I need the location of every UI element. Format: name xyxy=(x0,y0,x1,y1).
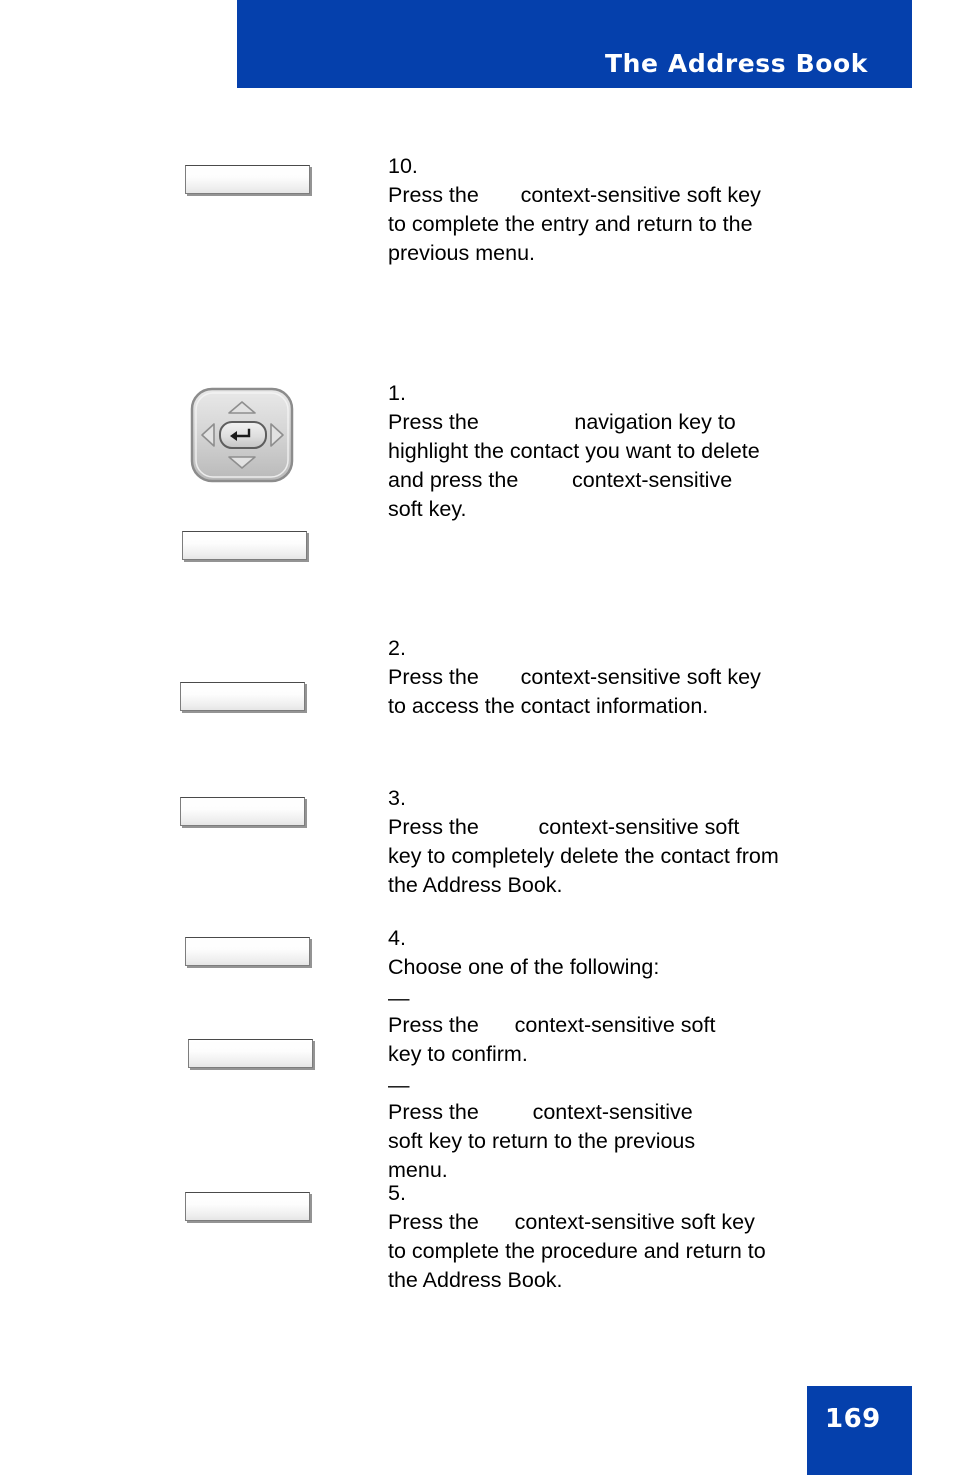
step-text-line: to access the contact information. xyxy=(388,694,709,718)
softkey-graphic-step-3[interactable] xyxy=(180,797,305,826)
instruction-step-3: 3. Press the context-sensitive soft key … xyxy=(388,784,779,900)
step-number: 4. xyxy=(388,926,406,950)
step-text: Press the context-sensitive soft key to … xyxy=(388,181,761,268)
sub-step-text: Press the context-sensitive soft key to … xyxy=(388,1098,808,1185)
step-text-line: previous menu. xyxy=(388,241,535,265)
navigation-key-graphic[interactable] xyxy=(189,386,297,486)
enter-key-icon xyxy=(219,421,267,449)
softkey-label xyxy=(183,532,306,559)
softkey-label xyxy=(181,683,304,710)
step-number: 1. xyxy=(388,381,406,405)
softkey-graphic-step-4-back[interactable] xyxy=(188,1039,313,1068)
sub-step-text-line: soft key to return to the previous xyxy=(388,1129,696,1153)
step-text-line: to complete the procedure and return to xyxy=(388,1239,766,1263)
step-text: Press the navigation key to highlight th… xyxy=(388,408,760,524)
softkey-label xyxy=(186,166,309,193)
sub-step-dash: — xyxy=(388,986,410,1010)
step-text: Choose one of the following: — Press the… xyxy=(388,953,808,1185)
softkey-graphic-step-4-confirm[interactable] xyxy=(185,937,310,966)
step-text-line: Press the context-sensitive soft xyxy=(388,815,740,839)
softkey-label xyxy=(186,1193,309,1220)
step-text-line: Choose one of the following: xyxy=(388,955,660,979)
step-text-line: highlight the contact you want to delete xyxy=(388,439,760,463)
step-text-line: key to completely delete the contact fro… xyxy=(388,844,779,868)
sub-step-back: — Press the context-sensitive soft key t… xyxy=(388,1071,808,1185)
step-text-line: and press the context-sensitive xyxy=(388,468,733,492)
softkey-label xyxy=(189,1040,312,1067)
page-footer-bar: 169 xyxy=(807,1386,912,1475)
step-text-line: Press the context-sensitive soft key xyxy=(388,665,761,689)
page-number: 169 xyxy=(825,1404,881,1434)
sub-step-text-line: key to confirm. xyxy=(388,1042,528,1066)
instruction-step-10: 10. Press the context-sensitive soft key… xyxy=(388,152,761,268)
step-text-line: the Address Book. xyxy=(388,1268,563,1292)
sub-step-text: Press the context-sensitive soft key to … xyxy=(388,1011,808,1069)
softkey-label xyxy=(186,938,309,965)
step-number: 5. xyxy=(388,1181,406,1205)
sub-step-confirm: — Press the context-sensitive soft key t… xyxy=(388,984,808,1069)
step-text-line: to complete the entry and return to the xyxy=(388,212,753,236)
step-number: 2. xyxy=(388,636,406,660)
sub-step-dash: — xyxy=(388,1073,410,1097)
softkey-graphic-step-2[interactable] xyxy=(180,682,305,711)
step-text-line: soft key. xyxy=(388,497,467,521)
step-text: Press the context-sensitive soft key to … xyxy=(388,663,761,721)
page-content: 10. Press the context-sensitive soft key… xyxy=(0,0,954,1475)
softkey-graphic-step-10[interactable] xyxy=(185,165,310,194)
step-text: Press the context-sensitive soft key to … xyxy=(388,1208,766,1295)
instruction-step-2: 2. Press the context-sensitive soft key … xyxy=(388,634,761,721)
softkey-label xyxy=(181,798,304,825)
softkey-graphic-step-1[interactable] xyxy=(182,531,307,560)
step-text-line: Press the context-sensitive soft key xyxy=(388,183,761,207)
softkey-graphic-step-5[interactable] xyxy=(185,1192,310,1221)
step-text: Press the context-sensitive soft key to … xyxy=(388,813,779,900)
instruction-step-5: 5. Press the context-sensitive soft key … xyxy=(388,1179,766,1295)
step-number: 10. xyxy=(388,154,418,178)
instruction-step-1: 1. Press the navigation key to highlight… xyxy=(388,379,760,524)
instruction-step-4: 4. Choose one of the following: — Press … xyxy=(388,924,808,1185)
step-text-line: the Address Book. xyxy=(388,873,563,897)
step-number: 3. xyxy=(388,786,406,810)
step-text-line: Press the context-sensitive soft key xyxy=(388,1210,755,1234)
sub-step-text-line: Press the context-sensitive soft xyxy=(388,1013,716,1037)
step-text-line: Press the navigation key to xyxy=(388,410,736,434)
sub-step-text-line: Press the context-sensitive xyxy=(388,1100,693,1124)
